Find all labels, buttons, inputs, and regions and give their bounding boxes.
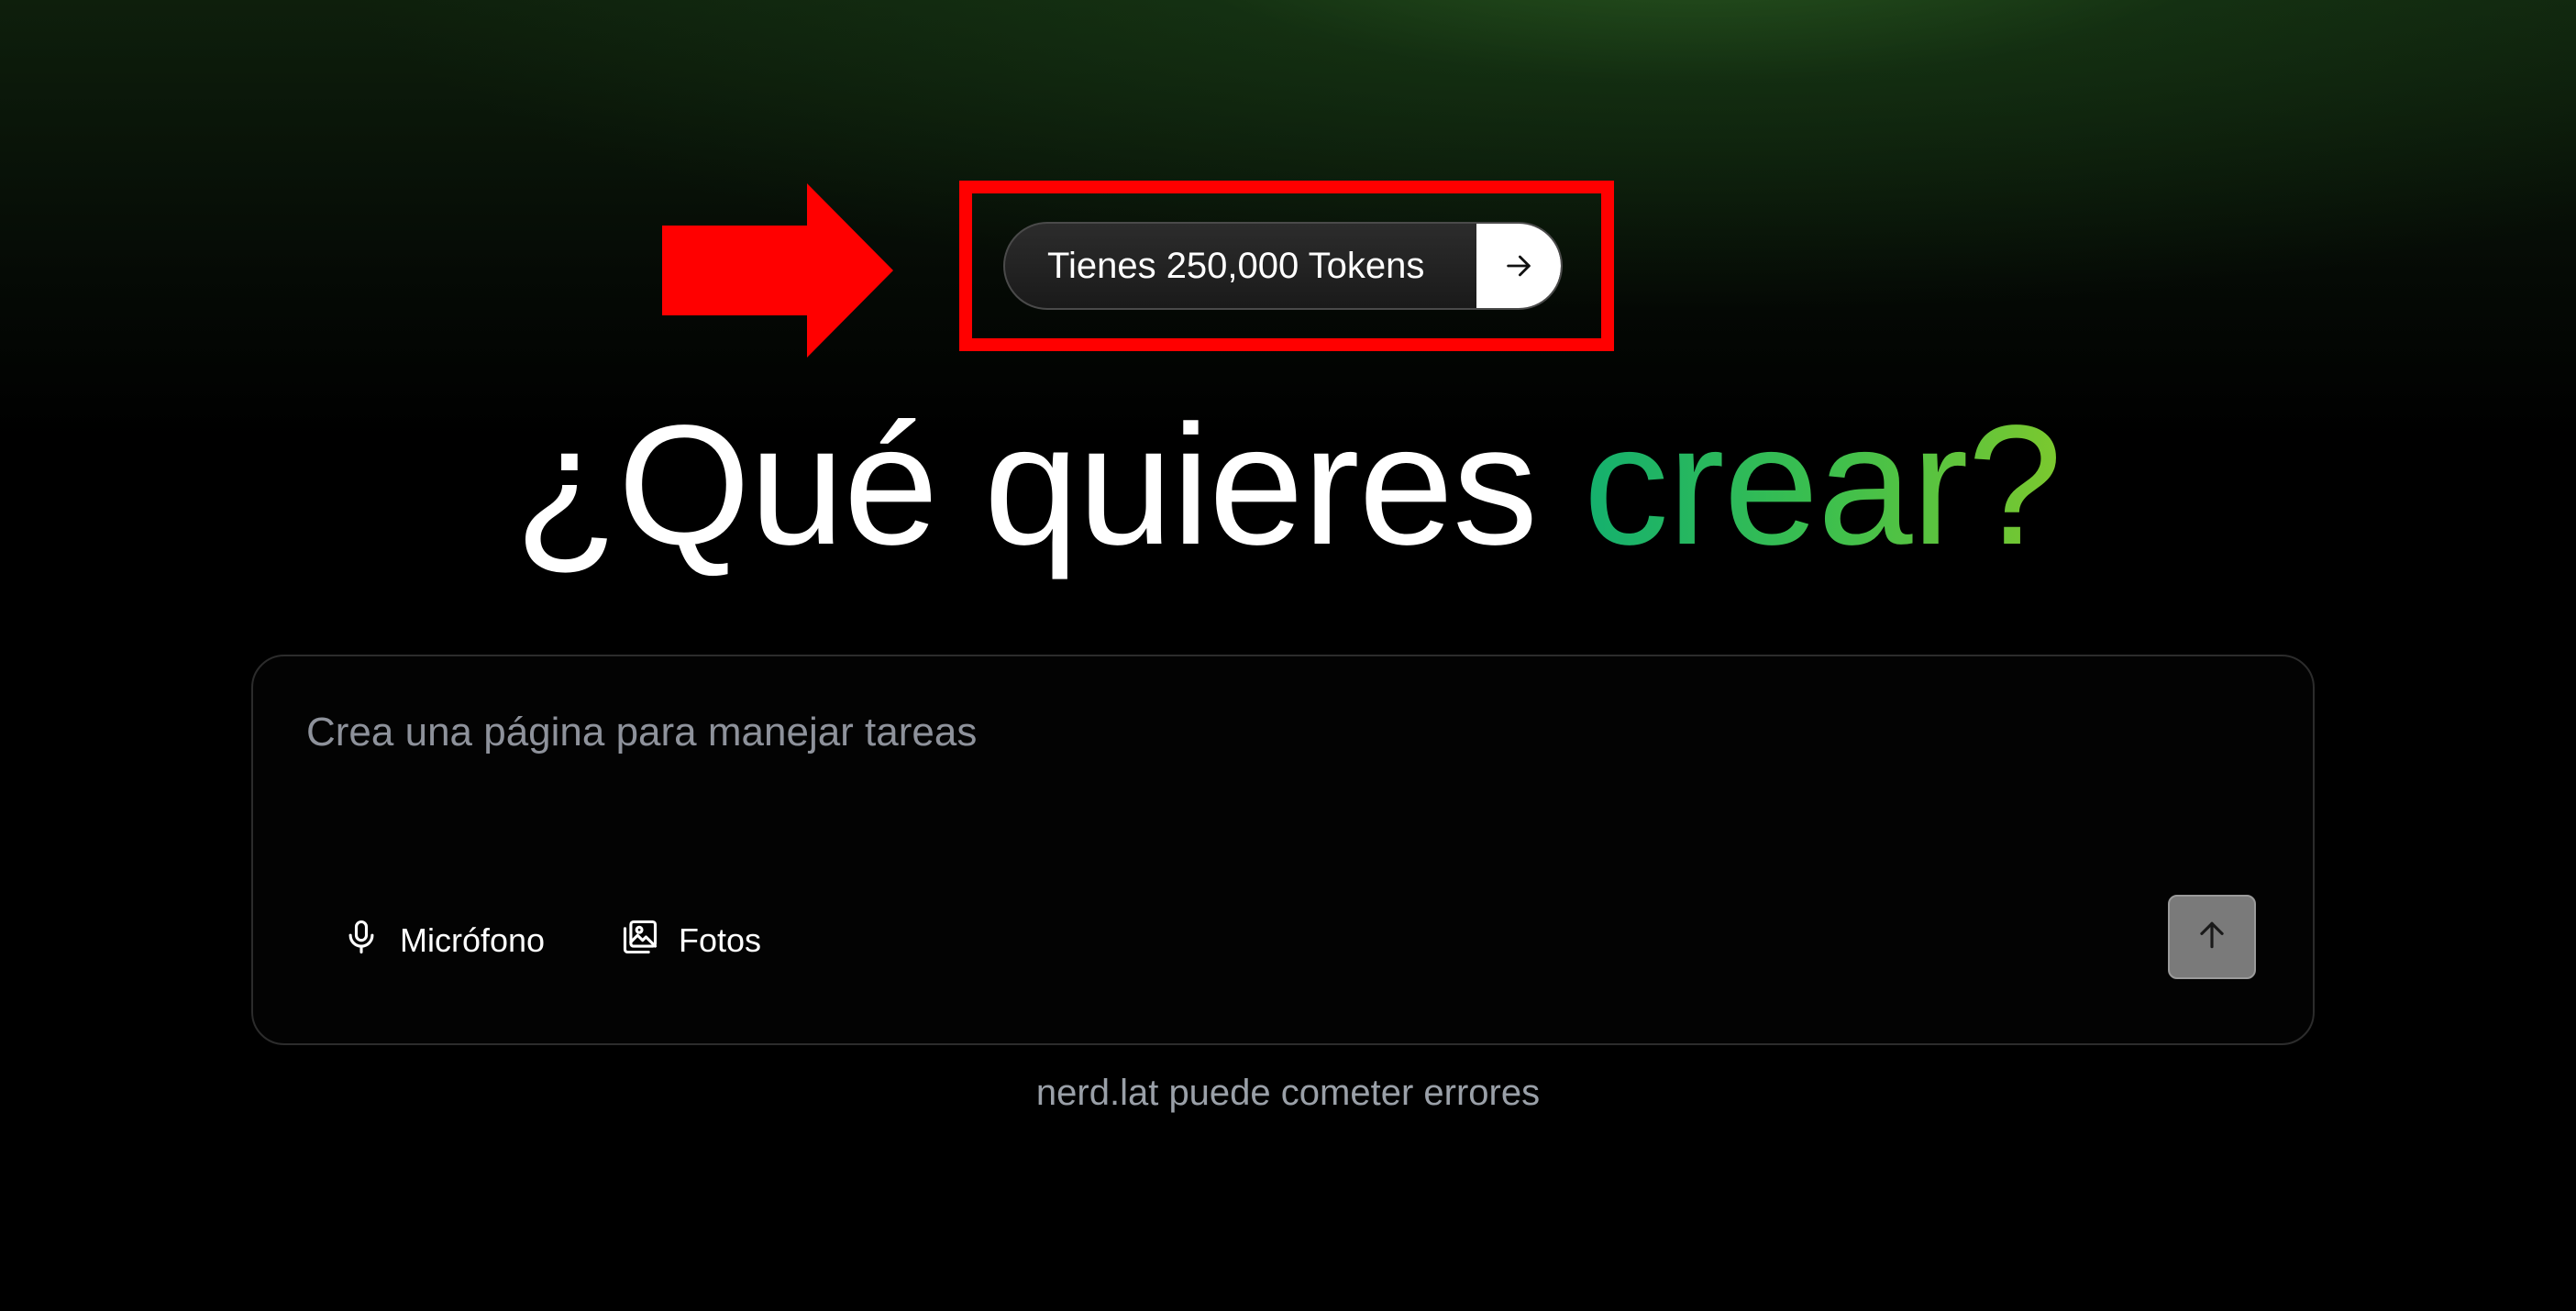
title-lead: ¿Qué quieres [514,391,1584,580]
arrow-up-icon [2195,918,2229,957]
photos-label: Fotos [679,921,762,959]
tokens-label: Tienes 250,000 Tokens [1047,245,1425,286]
send-button[interactable] [2168,895,2256,979]
prompt-composer: Micrófono Fotos [251,655,2315,1045]
tokens-button[interactable]: Tienes 250,000 Tokens [1003,222,1563,310]
microphone-button[interactable]: Micrófono [341,904,545,977]
prompt-input[interactable] [306,700,2232,765]
arrow-right-icon[interactable] [1476,224,1561,308]
page-title: ¿Qué quieres crear? [0,385,2576,587]
disclaimer-text: nerd.lat puede cometer errores [1035,1073,1541,1113]
photos-icon [620,917,660,965]
photos-button[interactable]: Fotos [620,904,761,977]
microphone-label: Micrófono [400,921,546,959]
title-accent: crear? [1583,391,2062,580]
page: Tienes 250,000 Tokens ¿Qué quieres crear… [0,0,2576,1311]
right-arrow-icon [662,183,893,358]
microphone-icon [341,917,381,965]
